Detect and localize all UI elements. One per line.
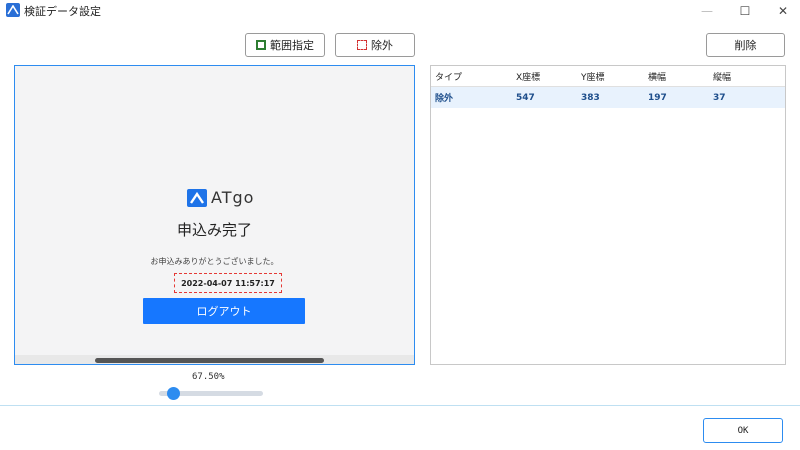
column-header-type[interactable]: タイプ [431,70,516,83]
completion-heading: 申込み完了 [176,221,252,239]
atgo-logo-icon [187,188,207,207]
logo-text: ATgo [211,188,255,207]
atgo-logo: ATgo [187,188,254,207]
column-header-x[interactable]: X座標 [516,70,581,83]
logout-button[interactable]: ログアウト [143,298,305,324]
close-icon: ✕ [777,4,789,18]
preview-horizontal-scrollbar[interactable] [15,355,414,364]
range-select-button[interactable]: 範囲指定 [245,33,325,57]
column-header-y[interactable]: Y座標 [581,70,648,83]
cell-x: 547 [516,92,535,103]
thanks-message: お申込みありがとうございました。 [150,257,279,266]
cell-width: 197 [648,92,667,103]
red-dashed-square-icon [357,40,367,50]
column-header-height[interactable]: 縦幅 [713,70,783,83]
exclude-label: 除外 [371,39,393,52]
green-square-icon [256,40,266,50]
ok-button[interactable]: OK [703,418,783,443]
close-button[interactable]: ✕ [760,0,800,22]
scrollbar-thumb[interactable] [95,358,324,363]
column-header-width[interactable]: 横幅 [648,70,713,83]
table-row[interactable]: 除外 547 383 197 37 [431,87,785,108]
exclude-button[interactable]: 除外 [335,33,415,57]
zoom-slider-handle[interactable] [167,387,180,400]
cell-height: 37 [713,92,726,103]
window-title: 検証データ設定 [24,5,101,18]
app-logo-icon [6,3,20,17]
maximize-icon: ☐ [739,4,751,18]
zoom-label: 67.50% [192,372,225,382]
timestamp-exclusion-region[interactable]: 2022-04-07 11:57:17 [174,273,282,293]
screenshot-preview[interactable]: ATgo 申込み完了 お申込みありがとうございました。 2022-04-07 1… [14,65,415,365]
range-select-label: 範囲指定 [270,39,314,52]
cell-y: 383 [581,92,600,103]
cell-type: 除外 [435,94,454,104]
footer-divider [0,405,800,406]
delete-button[interactable]: 削除 [706,33,785,57]
title-bar: 検証データ設定 — ☐ ✕ [0,0,800,22]
table-header: タイプ X座標 Y座標 横幅 縦幅 [431,66,785,87]
region-table: タイプ X座標 Y座標 横幅 縦幅 除外 547 383 197 37 [430,65,786,365]
minimize-icon: — [701,4,713,18]
